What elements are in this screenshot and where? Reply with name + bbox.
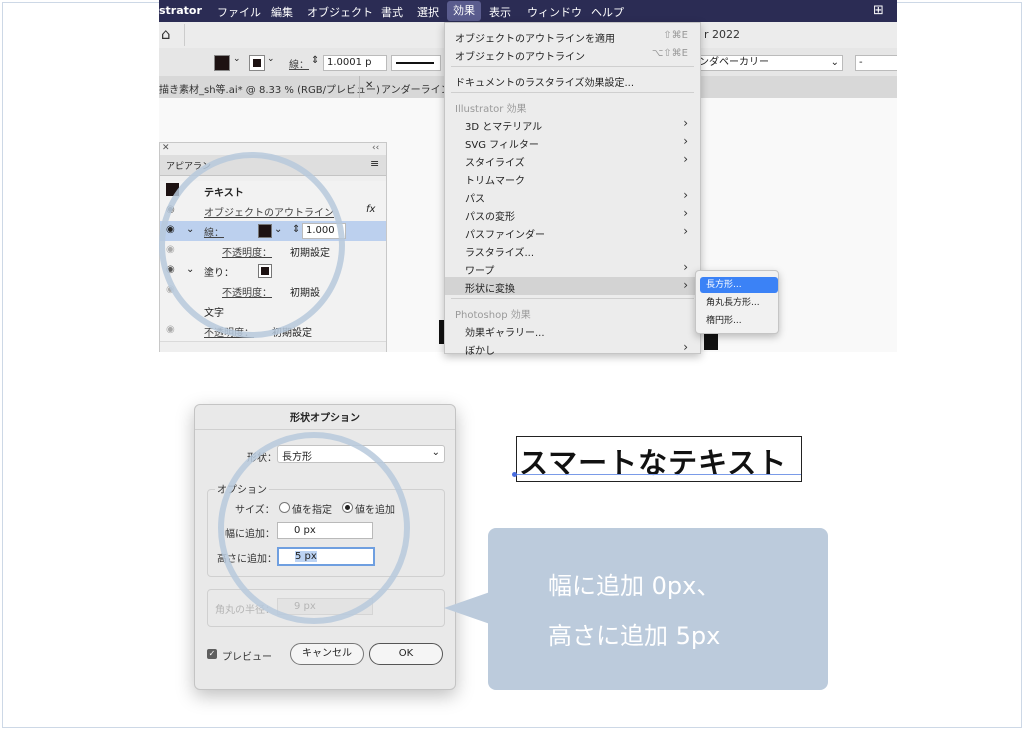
menu-item-distort[interactable]: パスの変形 › — [445, 205, 700, 223]
chevron-down-icon: ⌄ — [830, 57, 839, 68]
menu-item-stylize[interactable]: スタイライズ › — [445, 151, 700, 169]
font-family-value: ンダペーカリー — [699, 57, 769, 68]
stroke-weight-input[interactable]: 1.0001 p — [323, 55, 387, 71]
chevron-right-icon: › — [683, 152, 688, 166]
menu-bar: strator ファイル 編集 オブジェクト 書式 選択 効果 表示 ウィンドウ… — [159, 0, 897, 22]
chevron-right-icon: › — [683, 188, 688, 202]
sample-text-box: スマートなテキスト — [512, 436, 802, 482]
menu-object[interactable]: オブジェクト — [307, 4, 373, 20]
fill-swatch[interactable] — [214, 55, 230, 71]
menu-window[interactable]: ウィンドウ — [527, 4, 582, 20]
font-family-select[interactable]: ンダペーカリー ⌄ — [695, 55, 843, 71]
tab-document-1[interactable]: 描き素材_sh等.ai* @ 8.33 % (RGB/プレビュー) — [159, 81, 380, 96]
menu-edit[interactable]: 編集 — [271, 4, 293, 20]
menu-item-raster-settings[interactable]: ドキュメントのラスタライズ効果設定... — [445, 71, 700, 89]
menu-effect[interactable]: 効果 — [447, 1, 481, 21]
divider — [195, 429, 455, 430]
home-icon[interactable]: ⌂ — [161, 25, 171, 43]
divider — [359, 76, 360, 98]
menu-section-illustrator: Illustrator 効果 — [455, 104, 527, 115]
tab-document-2[interactable]: アンダーライン — [381, 81, 451, 96]
chevron-right-icon: › — [683, 340, 688, 354]
menu-select[interactable]: 選択 — [417, 4, 439, 20]
stroke-swatch[interactable] — [249, 55, 265, 71]
ok-button[interactable]: OK — [369, 643, 443, 665]
menu-item-path[interactable]: パス › — [445, 187, 700, 205]
menu-item-3d[interactable]: 3D とマテリアル › — [445, 115, 700, 133]
dialog-title: 形状オプション — [290, 413, 360, 424]
close-icon[interactable]: ✕ — [365, 80, 373, 91]
effect-menu: オブジェクトのアウトラインを適用 ⇧⌘E オブジェクトのアウトライン ⌥⇧⌘E … — [444, 22, 701, 357]
convert-shape-submenu: 長方形... 角丸長方形... 楕円形... — [695, 270, 779, 334]
menu-item-effect-gallery[interactable]: 効果ギャラリー... — [445, 321, 700, 339]
menu-item-rasterize[interactable]: ラスタライズ... — [445, 241, 700, 259]
callout-box: 幅に追加 0px、 高さに追加 5px — [488, 528, 828, 690]
menu-type[interactable]: 書式 — [381, 4, 403, 20]
font-style-select[interactable]: - — [855, 55, 897, 71]
menu-item-apply-outline[interactable]: オブジェクトのアウトラインを適用 ⇧⌘E — [445, 27, 700, 45]
menu-item-blur[interactable]: ぼかし › — [445, 339, 700, 357]
chevron-down-icon[interactable]: ⌄ — [267, 54, 275, 64]
chevron-down-icon[interactable]: ⌄ — [233, 54, 241, 64]
menu-section-photoshop: Photoshop 効果 — [455, 310, 531, 321]
submenu-item-rectangle[interactable]: 長方形... — [700, 277, 778, 293]
collapse-icon[interactable]: ‹‹ — [372, 143, 379, 153]
fx-icon[interactable]: fx — [366, 204, 375, 215]
callout-line-2: 高さに追加 5px — [548, 622, 721, 650]
preview-checkbox[interactable]: ✓ — [207, 649, 217, 659]
menu-icon[interactable]: ≡ — [370, 157, 379, 170]
baseline — [517, 474, 801, 475]
chevron-right-icon: › — [683, 134, 688, 148]
menu-item-svg-filter[interactable]: SVG フィルター › — [445, 133, 700, 151]
chevron-right-icon: › — [683, 260, 688, 274]
chevron-right-icon: › — [683, 278, 688, 292]
divider — [184, 24, 185, 46]
close-icon[interactable]: ✕ — [162, 143, 170, 153]
divider — [451, 298, 694, 299]
highlight-ring — [218, 432, 410, 624]
submenu-item-ellipse[interactable]: 楕円形... — [700, 313, 778, 329]
submenu-item-rounded-rectangle[interactable]: 角丸長方形... — [700, 295, 778, 311]
menu-item-convert-to-shape[interactable]: 形状に変換 › — [445, 277, 700, 295]
stroke-label: 線： — [289, 60, 309, 71]
callout-line-1: 幅に追加 0px、 — [548, 572, 721, 600]
menu-item-pathfinder[interactable]: パスファインダー › — [445, 223, 700, 241]
chevron-right-icon: › — [683, 206, 688, 220]
divider — [451, 92, 694, 93]
menu-item-outline[interactable]: オブジェクトのアウトライン ⌥⇧⌘E — [445, 45, 700, 63]
menu-view[interactable]: 表示 — [489, 4, 511, 20]
chevron-right-icon: › — [683, 116, 688, 130]
menu-item-trim-marks[interactable]: トリムマーク — [445, 169, 700, 187]
stroke-style-select[interactable] — [391, 55, 441, 71]
version-text: r 2022 — [704, 28, 741, 41]
callout-tail — [444, 592, 490, 624]
highlight-ring — [159, 152, 345, 338]
menu-item-warp[interactable]: ワープ › — [445, 259, 700, 277]
cancel-button[interactable]: キャンセル — [290, 643, 364, 665]
menu-help[interactable]: ヘルプ — [591, 4, 624, 20]
chevron-down-icon: ⌄ — [431, 447, 440, 458]
menu-file[interactable]: ファイル — [217, 4, 261, 20]
chevron-right-icon: › — [683, 224, 688, 238]
divider — [451, 66, 694, 67]
control-center-icon[interactable]: ⊞ — [873, 3, 884, 18]
sample-text: スマートなテキスト — [519, 446, 788, 480]
stepper-icon[interactable]: ⇕ — [311, 55, 319, 66]
app-menu[interactable]: strator — [159, 4, 202, 17]
preview-label: プレビュー — [222, 652, 272, 663]
eye-icon[interactable]: ◉ — [166, 324, 175, 335]
